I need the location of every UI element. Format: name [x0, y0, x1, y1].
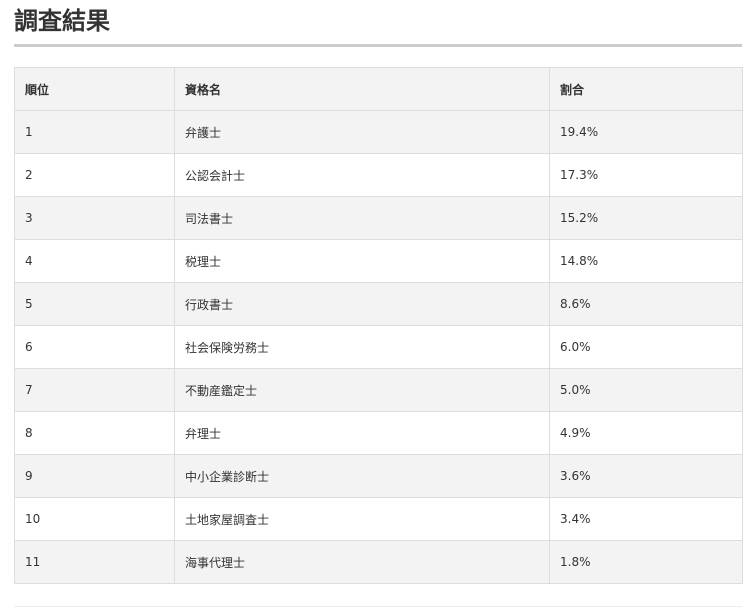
table-row: 8 弁理士 4.9% — [14, 411, 743, 455]
table-row: 3 司法書士 15.2% — [14, 196, 743, 240]
ratio-cell: 4.9% — [549, 411, 743, 455]
table-row: 5 行政書士 8.6% — [14, 282, 743, 326]
rank-cell: 2 — [14, 153, 175, 197]
header-ratio: 割合 — [549, 67, 743, 111]
ratio-cell: 5.0% — [549, 368, 743, 412]
ratio-cell: 8.6% — [549, 282, 743, 326]
ratio-cell: 17.3% — [549, 153, 743, 197]
qualification-cell: 公認会計士 — [174, 153, 550, 197]
rank-cell: 6 — [14, 325, 175, 369]
qualification-cell: 社会保険労務士 — [174, 325, 550, 369]
rank-cell: 3 — [14, 196, 175, 240]
ratio-cell: 3.4% — [549, 497, 743, 541]
rank-cell: 10 — [14, 497, 175, 541]
ratio-cell: 1.8% — [549, 540, 743, 584]
qualification-cell: 不動産鑑定士 — [174, 368, 550, 412]
qualification-cell: 中小企業診断士 — [174, 454, 550, 498]
ratio-cell: 6.0% — [549, 325, 743, 369]
rank-cell: 1 — [14, 110, 175, 154]
rank-cell: 7 — [14, 368, 175, 412]
results-table: 順位 資格名 割合 1 弁護士 19.4% 2 公認会計士 17.3% 3 司法… — [14, 67, 743, 584]
rank-cell: 4 — [14, 239, 175, 283]
table-row: 2 公認会計士 17.3% — [14, 153, 743, 197]
qualification-cell: 弁護士 — [174, 110, 550, 154]
table-header-row: 順位 資格名 割合 — [14, 67, 743, 111]
qualification-cell: 税理士 — [174, 239, 550, 283]
table-row: 6 社会保険労務士 6.0% — [14, 325, 743, 369]
qualification-cell: 行政書士 — [174, 282, 550, 326]
qualification-cell: 海事代理士 — [174, 540, 550, 584]
rank-cell: 5 — [14, 282, 175, 326]
rank-cell: 11 — [14, 540, 175, 584]
bottom-divider — [14, 606, 742, 607]
ratio-cell: 14.8% — [549, 239, 743, 283]
rank-cell: 8 — [14, 411, 175, 455]
ratio-cell: 15.2% — [549, 196, 743, 240]
ratio-cell: 3.6% — [549, 454, 743, 498]
qualification-cell: 土地家屋調査士 — [174, 497, 550, 541]
header-qualification: 資格名 — [174, 67, 550, 111]
table-row: 4 税理士 14.8% — [14, 239, 743, 283]
qualification-cell: 弁理士 — [174, 411, 550, 455]
qualification-cell: 司法書士 — [174, 196, 550, 240]
ratio-cell: 19.4% — [549, 110, 743, 154]
table-row: 1 弁護士 19.4% — [14, 110, 743, 154]
rank-cell: 9 — [14, 454, 175, 498]
table-row: 9 中小企業診断士 3.6% — [14, 454, 743, 498]
table-row: 11 海事代理士 1.8% — [14, 540, 743, 584]
header-rank: 順位 — [14, 67, 175, 111]
page-title: 調査結果 — [14, 4, 742, 47]
table-row: 10 土地家屋調査士 3.4% — [14, 497, 743, 541]
table-row: 7 不動産鑑定士 5.0% — [14, 368, 743, 412]
